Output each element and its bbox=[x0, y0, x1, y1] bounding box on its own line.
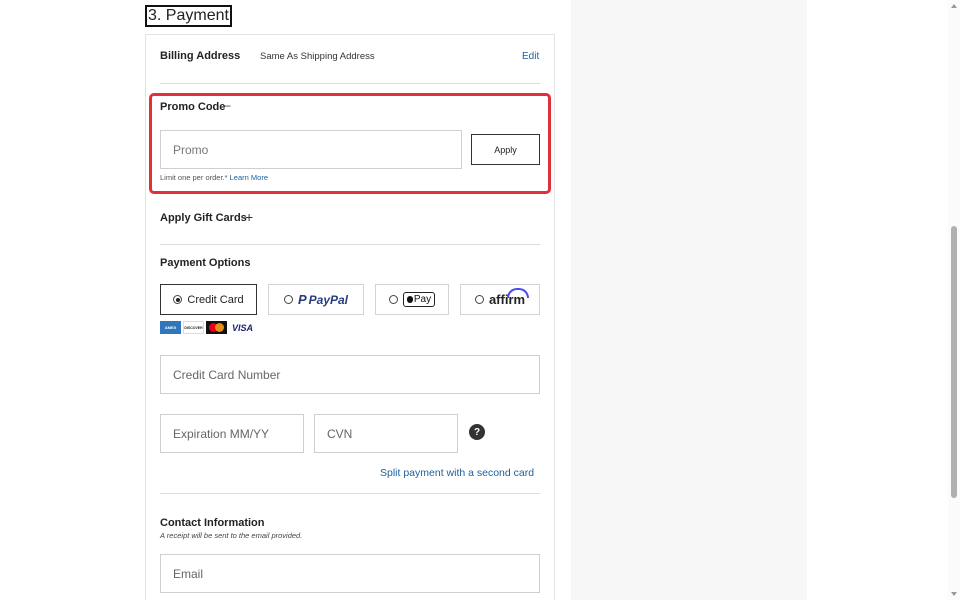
divider bbox=[160, 493, 540, 494]
email-input[interactable] bbox=[160, 554, 540, 593]
affirm-logo: affirm bbox=[489, 288, 529, 307]
radio-unselected-icon[interactable] bbox=[388, 295, 398, 304]
accepted-cards: AMEX DISCOVER VISA bbox=[160, 321, 253, 334]
apply-gift-cards-toggle[interactable]: Apply Gift Cards bbox=[160, 212, 247, 224]
affirm-arc-icon bbox=[506, 288, 529, 298]
discover-logo-icon: DISCOVER bbox=[183, 321, 204, 334]
paypal-logo-icon: P bbox=[297, 292, 307, 307]
promo-limit-note: Limit one per order.* Learn More bbox=[160, 173, 268, 182]
expiration-input[interactable] bbox=[160, 414, 304, 453]
learn-more-link[interactable]: Learn More bbox=[230, 173, 268, 182]
payment-options-label: Payment Options bbox=[160, 257, 251, 269]
scroll-down-arrow-icon[interactable] bbox=[951, 592, 957, 596]
promo-limit-text: Limit one per order.* bbox=[160, 173, 228, 182]
apple-pay-badge: Pay bbox=[402, 292, 436, 307]
billing-address-label: Billing Address bbox=[160, 50, 241, 62]
radio-selected-icon[interactable] bbox=[173, 295, 183, 304]
payment-option-apple-pay[interactable]: Pay bbox=[375, 284, 449, 315]
receipt-note: A receipt will be sent to the email prov… bbox=[160, 531, 303, 540]
paypal-wordmark: PayPal bbox=[308, 292, 349, 307]
promo-collapse-icon[interactable]: − bbox=[224, 99, 231, 113]
divider bbox=[160, 83, 540, 84]
scroll-up-arrow-icon[interactable] bbox=[951, 4, 957, 8]
apply-promo-button[interactable]: Apply bbox=[471, 134, 540, 165]
scrollbar-thumb[interactable] bbox=[951, 226, 957, 498]
split-payment-link[interactable]: Split payment with a second card bbox=[380, 467, 534, 479]
payment-section-title: 3. Payment bbox=[145, 5, 232, 27]
mastercard-logo-icon bbox=[206, 321, 227, 334]
cvn-help-icon[interactable]: ? bbox=[469, 424, 485, 440]
payment-option-paypal[interactable]: P PayPal bbox=[268, 284, 364, 315]
promo-code-label: Promo Code bbox=[160, 101, 226, 113]
contact-information-label: Contact Information bbox=[160, 517, 265, 529]
credit-card-option-label: Credit Card bbox=[187, 293, 244, 306]
promo-input[interactable] bbox=[160, 130, 462, 169]
edit-billing-link[interactable]: Edit bbox=[522, 51, 539, 62]
apple-logo-icon bbox=[406, 296, 413, 303]
amex-logo-icon: AMEX bbox=[160, 321, 181, 334]
radio-unselected-icon[interactable] bbox=[474, 295, 484, 304]
divider bbox=[160, 244, 540, 245]
credit-card-number-input[interactable] bbox=[160, 355, 540, 394]
cvn-input[interactable] bbox=[314, 414, 458, 453]
visa-logo-icon: VISA bbox=[232, 322, 254, 333]
apple-pay-label: Pay bbox=[413, 294, 432, 305]
scrollbar[interactable] bbox=[948, 0, 960, 600]
gift-cards-expand-icon[interactable]: + bbox=[245, 209, 253, 225]
payment-option-affirm[interactable]: affirm bbox=[460, 284, 540, 315]
payment-option-credit-card[interactable]: Credit Card bbox=[160, 284, 257, 315]
side-panel bbox=[571, 0, 807, 600]
billing-address-value: Same As Shipping Address bbox=[260, 51, 375, 62]
radio-unselected-icon[interactable] bbox=[283, 295, 293, 304]
